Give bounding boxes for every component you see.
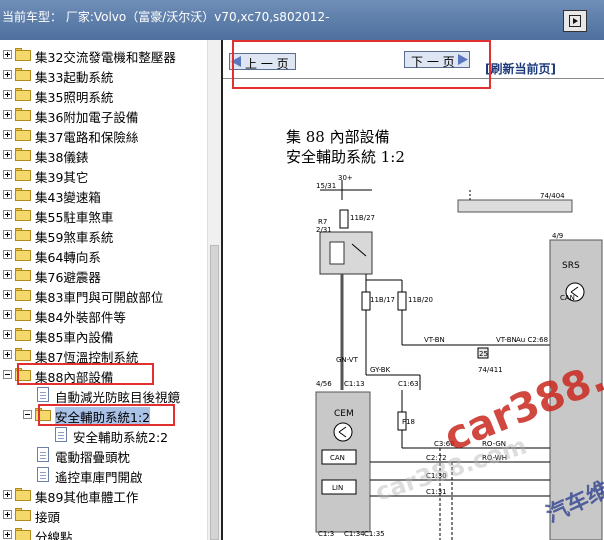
label-can: CAN (330, 454, 345, 462)
label-25: 25 (479, 350, 488, 358)
annotation-box-safety (38, 404, 175, 426)
label-74411: 74/411 (478, 366, 503, 374)
label-c113: C1:13 (344, 380, 365, 388)
label-c13: C1:3 (318, 530, 334, 538)
label-can2: CAN (560, 294, 575, 302)
annotation-box-folder88 (17, 363, 154, 385)
label-r7: R7 (318, 218, 327, 226)
label-gybk: GY-BK (370, 366, 391, 374)
label-cem: CEM (334, 409, 354, 419)
label-1531: 15/31 (316, 182, 336, 190)
label-gyvt: GN-VT (336, 356, 359, 364)
label-11b17: 11B/17 (370, 296, 395, 304)
label-74404: 74/404 (540, 192, 565, 200)
label-c135: C1:35 (364, 530, 385, 538)
label-vtbn: VT-BN (424, 336, 445, 344)
label-srs: SRS (562, 261, 580, 271)
label-vtbn2: VT-BN (496, 336, 517, 344)
label-c163: C1:63 (398, 380, 419, 388)
label-231: 2/31 (316, 226, 332, 234)
label-456: 4/56 (316, 380, 332, 388)
label-lin: LIN (332, 484, 343, 492)
label-auc: Au C2:68 (516, 336, 548, 344)
label-c134: C1:34 (344, 530, 365, 538)
label-11b27: 11B/27 (350, 214, 375, 222)
label-30: 30+ (338, 174, 353, 182)
label-f18: F18 (402, 418, 415, 426)
annotation-box-nav (232, 40, 491, 89)
label-49: 4/9 (552, 232, 563, 240)
label-11b20: 11B/20 (408, 296, 433, 304)
